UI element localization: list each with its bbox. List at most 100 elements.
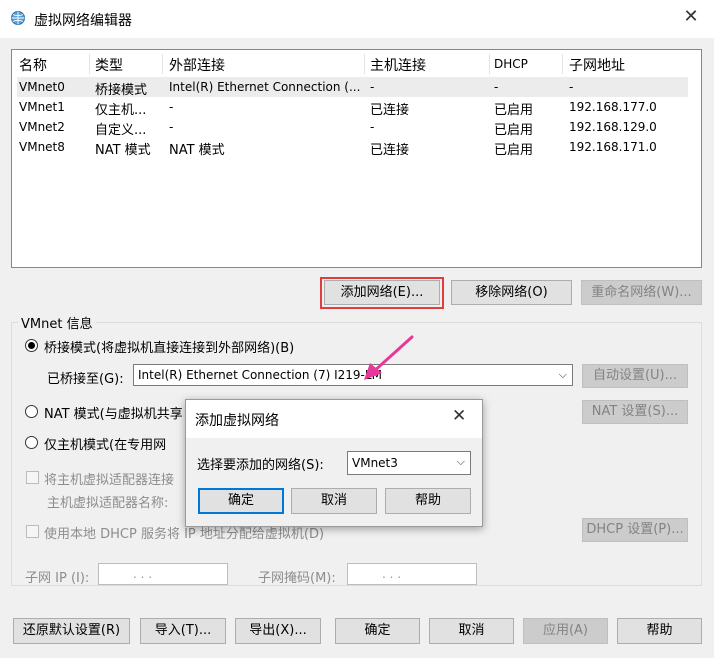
chevron-down-icon: ⌵	[456, 455, 465, 468]
network-select[interactable]: VMnet3 ⌵	[347, 451, 471, 475]
dialog-ok-label: 确定	[227, 493, 254, 508]
rename-network-button[interactable]: 重命名网络(W)...	[581, 280, 702, 305]
cell-name: VMnet1	[19, 100, 65, 114]
cell-host: 已连接	[370, 103, 410, 118]
dialog-cancel-label: 取消	[320, 493, 347, 508]
cell-subnet: 192.168.171.0	[569, 140, 657, 154]
cell-external: -	[169, 120, 174, 134]
cell-dhcp: -	[494, 80, 499, 94]
column-header-host[interactable]: 主机连接	[370, 55, 426, 75]
globe-network-icon	[11, 11, 25, 25]
close-icon[interactable]: ✕	[680, 6, 702, 28]
host-only-label[interactable]: 仅主机模式(在专用网	[44, 434, 166, 453]
rename-network-label: 重命名网络(W)...	[591, 285, 692, 300]
subnet-ip-input[interactable]: . . .	[98, 563, 228, 585]
table-row[interactable]: VMnet2 自定义... - - 已启用 192.168.129.0	[17, 117, 688, 138]
column-divider[interactable]	[562, 54, 563, 74]
table-row[interactable]: VMnet1 仅主机... - 已连接 已启用 192.168.177.0	[17, 97, 688, 118]
column-divider[interactable]	[489, 54, 490, 74]
network-table[interactable]: 名称 类型 外部连接 主机连接 DHCP 子网地址 VMnet0 桥接模式 In…	[11, 49, 702, 268]
remove-network-button[interactable]: 移除网络(O)	[451, 280, 572, 305]
nat-mode-label[interactable]: NAT 模式(与虚拟机共享	[44, 403, 183, 422]
cancel-button[interactable]: 取消	[429, 618, 514, 644]
help-button[interactable]: 帮助	[617, 618, 702, 644]
annotation-arrow-icon	[364, 335, 414, 380]
bridged-to-value: Intel(R) Ethernet Connection (7) I219-LM	[138, 368, 382, 382]
ok-label: 确定	[364, 623, 391, 638]
bridge-mode-radio[interactable]	[25, 339, 38, 352]
cell-type: 仅主机...	[95, 103, 147, 118]
bridge-mode-label[interactable]: 桥接模式(将虚拟机直接连接到外部网络)(B)	[44, 337, 294, 356]
nat-settings-label: NAT 设置(S)...	[591, 404, 679, 419]
dialog-title: 添加虚拟网络	[195, 413, 279, 429]
cell-external: -	[169, 100, 174, 114]
cell-host: 已连接	[370, 143, 410, 158]
window-title: 虚拟网络编辑器	[34, 13, 132, 29]
close-icon[interactable]: ✕	[452, 406, 466, 426]
dialog-ok-button[interactable]: 确定	[198, 488, 284, 514]
bridged-to-select[interactable]: Intel(R) Ethernet Connection (7) I219-LM…	[133, 364, 573, 386]
connect-adapter-label[interactable]: 将主机虚拟适配器连接	[44, 469, 174, 488]
restore-defaults-button[interactable]: 还原默认设置(R)	[13, 618, 130, 644]
network-select-value: VMnet3	[352, 456, 398, 470]
cell-dhcp: 已启用	[494, 123, 534, 138]
cell-dhcp: 已启用	[494, 143, 534, 158]
cell-subnet: 192.168.129.0	[569, 120, 657, 134]
add-network-dialog: 添加虚拟网络 ✕ 选择要添加的网络(S): VMnet3 ⌵ 确定 取消 帮助	[185, 399, 483, 527]
apply-button[interactable]: 应用(A)	[523, 618, 608, 644]
chevron-down-icon: ⌵	[558, 368, 567, 381]
bridged-to-label: 已桥接至(G):	[47, 372, 124, 387]
cell-host: -	[370, 80, 375, 94]
auto-settings-button[interactable]: 自动设置(U)...	[582, 364, 688, 388]
table-row[interactable]: VMnet8 NAT 模式 NAT 模式 已连接 已启用 192.168.171…	[17, 137, 688, 158]
column-divider[interactable]	[89, 54, 90, 74]
subnet-mask-input[interactable]: . . .	[347, 563, 477, 585]
column-divider[interactable]	[364, 54, 365, 74]
cell-name: VMnet2	[19, 120, 65, 134]
table-row[interactable]: VMnet0 桥接模式 Intel(R) Ethernet Connection…	[17, 77, 688, 98]
cell-type: 桥接模式	[95, 83, 148, 98]
cell-type: NAT 模式	[95, 143, 151, 158]
subnet-ip-label: 子网 IP (I):	[25, 571, 90, 586]
column-header-subnet[interactable]: 子网地址	[569, 55, 625, 75]
nat-settings-button[interactable]: NAT 设置(S)...	[582, 400, 688, 424]
column-header-external[interactable]: 外部连接	[169, 55, 225, 75]
import-label: 导入(T)...	[154, 623, 212, 638]
subnet-mask-label: 子网掩码(M):	[258, 571, 336, 586]
cancel-label: 取消	[458, 623, 485, 638]
ok-button[interactable]: 确定	[335, 618, 420, 644]
column-header-type[interactable]: 类型	[95, 55, 123, 75]
restore-label: 还原默认设置(R)	[22, 623, 121, 638]
auto-settings-label: 自动设置(U)...	[592, 368, 678, 383]
host-only-radio[interactable]	[25, 436, 38, 449]
help-label: 帮助	[646, 623, 673, 638]
connect-adapter-checkbox[interactable]	[26, 471, 39, 484]
dhcp-settings-label: DHCP 设置(P)...	[586, 522, 684, 537]
highlight-box	[320, 277, 444, 309]
export-button[interactable]: 导出(X)...	[235, 618, 321, 644]
cell-name: VMnet0	[19, 80, 65, 94]
export-label: 导出(X)...	[249, 623, 307, 638]
dialog-help-button[interactable]: 帮助	[385, 488, 471, 514]
column-header-dhcp[interactable]: DHCP	[494, 57, 528, 71]
cell-subnet: -	[569, 80, 574, 94]
import-button[interactable]: 导入(T)...	[140, 618, 226, 644]
cell-external: Intel(R) Ethernet Connection (...	[169, 80, 361, 94]
dhcp-checkbox[interactable]	[26, 525, 39, 538]
network-select-label: 选择要添加的网络(S):	[197, 458, 324, 473]
adapter-name-label: 主机虚拟适配器名称:	[47, 496, 169, 511]
cell-dhcp: 已启用	[494, 103, 534, 118]
cell-subnet: 192.168.177.0	[569, 100, 657, 114]
column-divider[interactable]	[162, 54, 163, 74]
dialog-cancel-button[interactable]: 取消	[291, 488, 377, 514]
cell-type: 自定义...	[95, 123, 147, 138]
dialog-help-label: 帮助	[414, 493, 441, 508]
ip-placeholder: . . .	[133, 567, 153, 581]
dhcp-settings-button[interactable]: DHCP 设置(P)...	[582, 518, 688, 542]
column-header-name[interactable]: 名称	[19, 55, 47, 75]
nat-mode-radio[interactable]	[25, 405, 38, 418]
cell-host: -	[370, 120, 375, 134]
cell-name: VMnet8	[19, 140, 65, 154]
remove-network-label: 移除网络(O)	[475, 285, 548, 300]
apply-label: 应用(A)	[542, 623, 589, 638]
